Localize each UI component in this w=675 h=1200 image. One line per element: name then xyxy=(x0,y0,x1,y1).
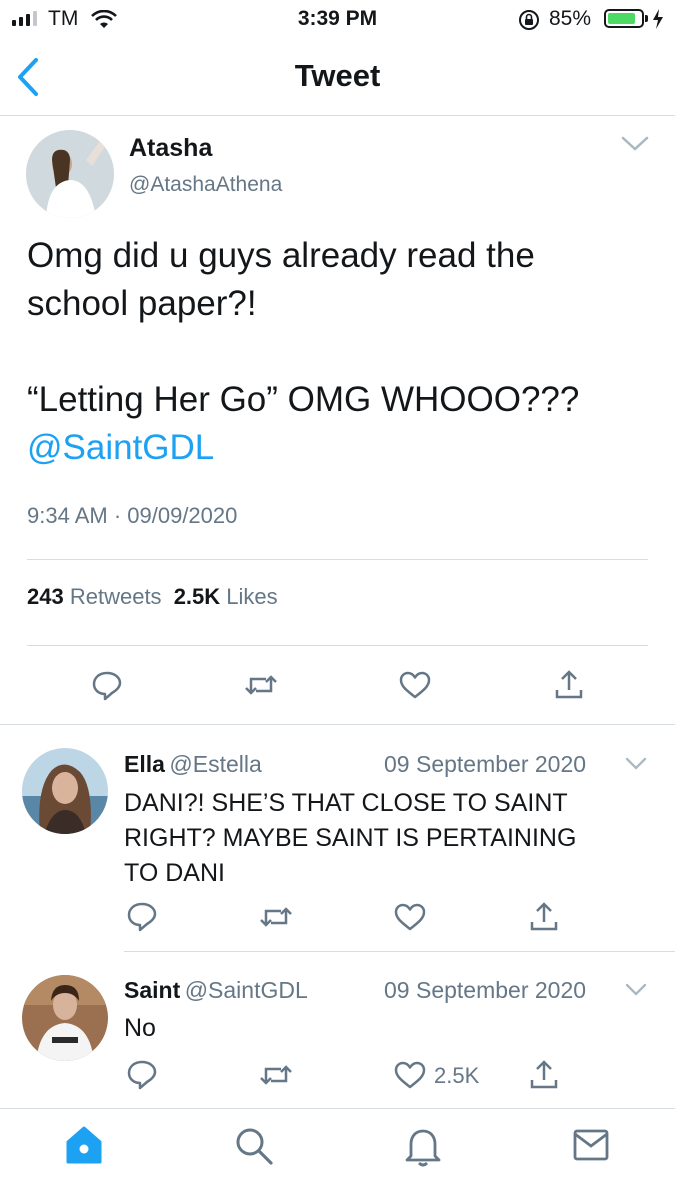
reply-author-name[interactable]: Saint xyxy=(124,977,180,1003)
reply-author-name[interactable]: Ella xyxy=(124,751,165,777)
reply-header: Ella @Estella xyxy=(124,751,262,778)
like-icon[interactable] xyxy=(393,902,427,932)
share-icon[interactable] xyxy=(554,668,584,700)
reply-author-handle[interactable]: @SaintGDL xyxy=(185,977,308,1003)
reply-date: 09 September 2020 xyxy=(384,977,587,1003)
author-name[interactable]: Atasha xyxy=(129,134,212,163)
tweet-divider xyxy=(0,724,675,725)
avatar[interactable] xyxy=(26,130,114,218)
nav-divider xyxy=(0,115,675,116)
search-icon[interactable] xyxy=(233,1125,275,1167)
bell-icon[interactable] xyxy=(403,1124,443,1168)
retweet-icon[interactable] xyxy=(259,1061,293,1089)
chevron-down-icon[interactable] xyxy=(624,756,648,772)
charging-bolt-icon xyxy=(653,9,663,29)
status-bar: TM 3:39 PM 85% xyxy=(0,0,675,38)
reply-text-line: TO DANI xyxy=(124,859,225,887)
mention-link[interactable]: @SaintGDL xyxy=(27,424,579,472)
author-handle[interactable]: @AtashaAthena xyxy=(129,173,282,197)
like-icon[interactable] xyxy=(393,1060,427,1090)
reply-icon[interactable] xyxy=(126,900,158,932)
reply-text: DANI?! SHE’S THAT CLOSE TO SAINT RIGHT? … xyxy=(124,786,576,891)
retweet-icon[interactable] xyxy=(259,903,293,931)
reply-divider xyxy=(124,951,675,952)
likes-label[interactable]: Likes xyxy=(226,584,277,609)
home-icon[interactable] xyxy=(64,1124,104,1166)
reply-icon[interactable] xyxy=(91,669,123,701)
tweet-text-line: “Letting Her Go” OMG WHOOO??? xyxy=(27,380,580,419)
reply-header: Saint @SaintGDL xyxy=(124,977,308,1004)
battery-percentage: 85% xyxy=(549,7,592,30)
stats-divider-top xyxy=(27,559,648,560)
engagement-stats: 243 Retweets 2.5K Likes xyxy=(27,584,278,610)
reply-icon[interactable] xyxy=(126,1058,158,1090)
orientation-lock-icon xyxy=(519,10,539,30)
avatar[interactable] xyxy=(22,748,108,834)
tweet-timestamp: 9:34 AM · 09/09/2020 xyxy=(27,503,238,528)
page-title: Tweet xyxy=(294,58,381,93)
avatar[interactable] xyxy=(22,975,108,1061)
reply-date: 09 September 2020 xyxy=(384,751,587,777)
chevron-down-icon[interactable] xyxy=(620,134,650,154)
reply-text-line: No xyxy=(124,1014,156,1042)
reply-text: No xyxy=(124,1011,156,1046)
tweet-text: Omg did u guys already read the school p… xyxy=(27,232,579,472)
likes-count[interactable]: 2.5K xyxy=(174,584,220,609)
tab-bar-divider xyxy=(0,1108,675,1109)
share-icon[interactable] xyxy=(529,900,559,932)
battery-tip xyxy=(645,15,648,22)
share-icon[interactable] xyxy=(529,1058,559,1090)
reply-author-handle[interactable]: @Estella xyxy=(169,751,261,777)
stats-divider-bottom xyxy=(27,645,648,646)
reply-text-line: DANI?! SHE’S THAT CLOSE TO SAINT xyxy=(124,789,568,817)
tweet-text-line: Omg did u guys already read the xyxy=(27,236,535,275)
retweets-label[interactable]: Retweets xyxy=(70,584,162,609)
chevron-down-icon[interactable] xyxy=(624,982,648,998)
like-count: 2.5K xyxy=(434,1063,480,1088)
like-icon[interactable] xyxy=(398,670,432,700)
tweet-text-line: school paper?! xyxy=(27,284,257,323)
mail-icon[interactable] xyxy=(572,1128,610,1162)
retweet-icon[interactable] xyxy=(244,671,278,699)
battery-fill xyxy=(608,13,636,24)
battery-icon xyxy=(604,9,644,28)
retweets-count[interactable]: 243 xyxy=(27,584,64,609)
reply-text-line: RIGHT? MAYBE SAINT IS PERTAINING xyxy=(124,824,577,852)
